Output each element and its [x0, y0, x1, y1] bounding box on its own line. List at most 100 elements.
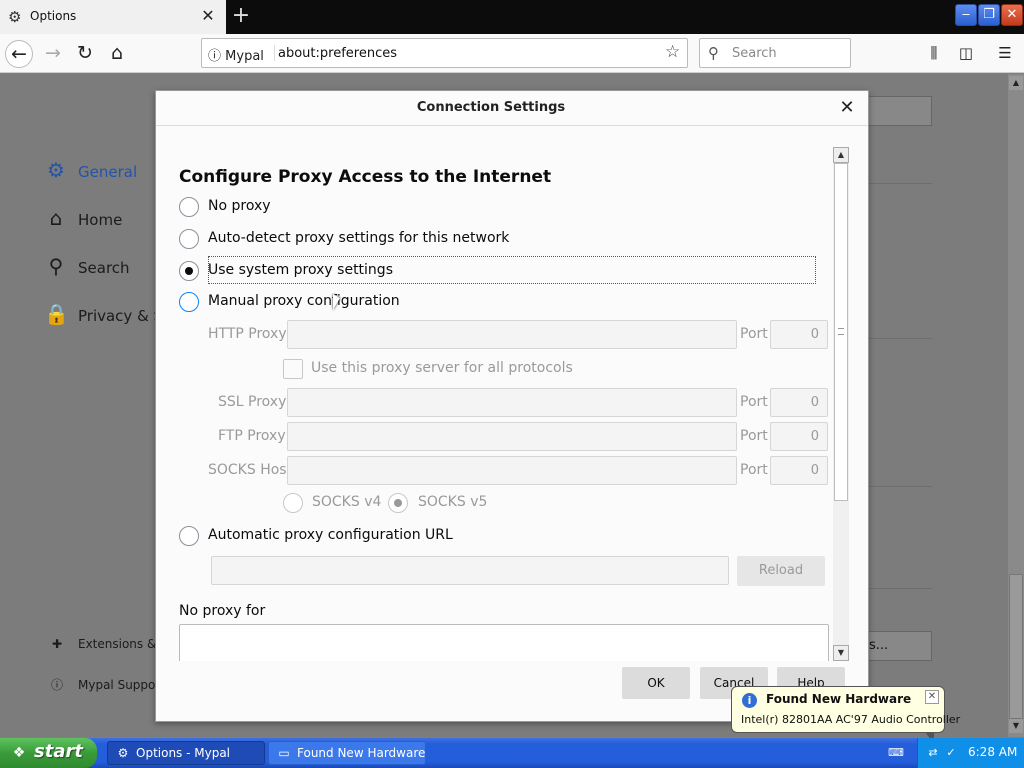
info-icon: i: [742, 693, 757, 708]
manual-proxy-label[interactable]: Manual proxy configuration: [208, 293, 400, 309]
keyboard-icon[interactable]: ⌨: [888, 747, 904, 759]
ftp-proxy-label: FTP Proxy: [218, 428, 286, 444]
new-tab-button[interactable]: +: [228, 4, 254, 30]
scroll-down-icon[interactable]: ▼: [1009, 719, 1023, 733]
socks-v4-label[interactable]: SOCKS v4: [312, 494, 381, 510]
socks-port-label: Port: [740, 462, 768, 478]
mouse-cursor-icon: [333, 294, 340, 310]
network-icon[interactable]: ⇄: [926, 746, 940, 760]
system-proxy-label[interactable]: Use system proxy settings: [208, 262, 393, 278]
taskbar: ❖ start ⚙ Options - Mypal ▭ Found New Ha…: [0, 738, 1024, 768]
sidebar-item-general[interactable]: ⚙ General: [44, 158, 137, 182]
ftp-port-input[interactable]: 0: [770, 422, 828, 451]
home-icon: ⌂: [49, 206, 63, 230]
url-text[interactable]: about:preferences: [278, 46, 397, 61]
socks-v4-radio[interactable]: [283, 493, 303, 513]
socks-v5-label[interactable]: SOCKS v5: [418, 494, 487, 510]
socks-host-label: SOCKS Host: [208, 462, 293, 478]
taskbar-button-hardware[interactable]: ▭ Found New Hardware...: [268, 741, 426, 765]
tab-options[interactable]: ⚙ Options ✕: [0, 0, 226, 34]
auto-detect-radio[interactable]: [179, 229, 199, 249]
notification-title: Found New Hardware: [766, 692, 912, 706]
minimize-button[interactable]: ‒: [955, 4, 977, 26]
site-identity[interactable]: ⓘ Mypal: [208, 45, 275, 64]
navigation-toolbar: ← → ↻ ⌂ ⓘ Mypal about:preferences ☆ ⚲ Se…: [0, 34, 1024, 73]
sidebar-item-extensions[interactable]: ✚ Extensions & T: [48, 637, 168, 651]
taskbar-button-label: Options - Mypal: [136, 746, 231, 760]
sidebar-item-label: General: [78, 163, 138, 181]
back-button[interactable]: ←: [5, 40, 33, 68]
auto-config-url-input[interactable]: [211, 556, 729, 585]
reload-icon: ↻: [77, 42, 93, 64]
auto-config-url-label[interactable]: Automatic proxy configuration URL: [208, 527, 453, 543]
notification-close-icon[interactable]: ✕: [925, 690, 939, 704]
socks-port-input[interactable]: 0: [770, 456, 828, 485]
auto-detect-label[interactable]: Auto-detect proxy settings for this netw…: [208, 230, 509, 246]
http-proxy-input[interactable]: [287, 320, 737, 349]
windows-logo-icon: ❖: [12, 745, 26, 761]
ssl-port-input[interactable]: 0: [770, 388, 828, 417]
divider: [869, 588, 932, 589]
menu-icon[interactable]: ☰: [994, 44, 1016, 64]
bookmark-star-icon[interactable]: ☆: [665, 42, 680, 62]
sidebar-item-search[interactable]: ⚲ Search: [44, 254, 130, 278]
no-proxy-for-textarea[interactable]: [179, 624, 829, 661]
tab-close-icon[interactable]: ✕: [198, 6, 218, 26]
window-close-button[interactable]: ✕: [1001, 4, 1023, 26]
library-icon[interactable]: ⫼: [923, 44, 945, 64]
url-bar[interactable]: ⓘ Mypal about:preferences ☆: [201, 38, 688, 68]
ssl-proxy-input[interactable]: [287, 388, 737, 417]
safely-remove-icon[interactable]: ✓: [944, 746, 958, 760]
share-proxy-checkbox[interactable]: [283, 359, 303, 379]
ftp-port-label: Port: [740, 428, 768, 444]
dialog-scroll-thumb[interactable]: [834, 163, 848, 501]
page-scrollbar[interactable]: ▲ ▼: [1008, 74, 1024, 737]
dialog-close-icon[interactable]: ✕: [836, 97, 858, 119]
grip-icon: [838, 328, 844, 335]
tab-strip: ⚙ Options ✕ + ‒ ❐ ✕: [0, 0, 1024, 34]
find-in-options-input[interactable]: [866, 96, 932, 126]
page-scroll-thumb[interactable]: [1009, 574, 1023, 719]
gear-icon: ⚙: [8, 8, 22, 26]
http-port-input[interactable]: 0: [770, 320, 828, 349]
taskbar-button-label: Found New Hardware...: [297, 746, 426, 760]
socks-v5-radio[interactable]: [388, 493, 408, 513]
system-proxy-radio[interactable]: [179, 261, 199, 281]
start-button[interactable]: ❖ start: [0, 738, 97, 768]
socks-host-input[interactable]: [287, 456, 737, 485]
reload-button[interactable]: ↻: [71, 40, 99, 68]
search-icon: ⚲: [48, 254, 64, 278]
sidebar-item-privacy[interactable]: 🔒 Privacy & Se: [44, 302, 172, 326]
reload-button[interactable]: Reload: [737, 556, 825, 586]
scroll-up-icon[interactable]: ▲: [1009, 76, 1023, 90]
sidebar-item-label: Home: [78, 211, 123, 229]
scroll-down-icon[interactable]: ▼: [833, 645, 849, 661]
restore-button[interactable]: ❐: [978, 4, 1000, 26]
share-proxy-label[interactable]: Use this proxy server for all protocols: [311, 360, 573, 376]
forward-button[interactable]: →: [39, 40, 67, 68]
sidebar-icon[interactable]: ◫: [955, 44, 977, 64]
tab-title: Options: [30, 9, 77, 23]
taskbar-button-options[interactable]: ⚙ Options - Mypal: [107, 741, 265, 765]
ok-button[interactable]: OK: [622, 667, 690, 699]
puzzle-icon: ✚: [51, 637, 63, 651]
auto-config-url-radio[interactable]: [179, 526, 199, 546]
home-button[interactable]: ⌂: [103, 40, 131, 68]
search-input[interactable]: ⚲ Search: [699, 38, 851, 68]
ftp-proxy-input[interactable]: [287, 422, 737, 451]
sidebar-item-support[interactable]: ⓘ Mypal Support: [48, 676, 165, 693]
dialog-header: Connection Settings ✕: [156, 91, 868, 126]
manual-proxy-radio[interactable]: [179, 292, 199, 312]
divider: [869, 486, 932, 487]
scroll-up-icon[interactable]: ▲: [833, 147, 849, 163]
dialog-scrollbar[interactable]: ▲ ▼: [833, 147, 849, 661]
arrow-right-icon: →: [45, 42, 61, 64]
no-proxy-label[interactable]: No proxy: [208, 198, 271, 214]
no-proxy-radio[interactable]: [179, 197, 199, 217]
hardware-notification[interactable]: i Found New Hardware ✕ Intel(r) 82801AA …: [731, 686, 960, 733]
settings-button[interactable]: s...: [866, 631, 932, 661]
connection-settings-dialog: Connection Settings ✕ Configure Proxy Ac…: [155, 90, 869, 722]
sidebar-item-home[interactable]: ⌂ Home: [44, 206, 123, 230]
start-label: start: [34, 741, 83, 762]
ssl-port-label: Port: [740, 394, 768, 410]
